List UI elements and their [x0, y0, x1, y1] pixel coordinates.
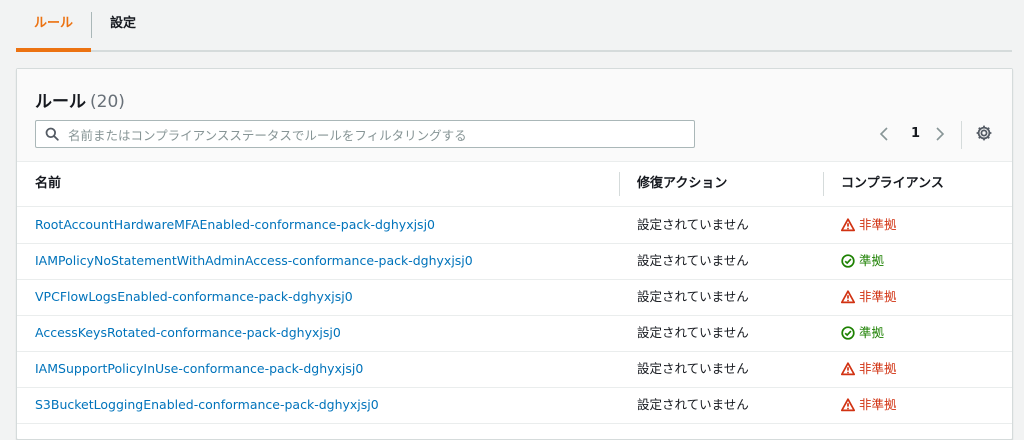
rule-count: (20)	[90, 92, 125, 112]
rule-name-link[interactable]: AccessKeysRotated-conformance-pack-dghyx…	[35, 315, 341, 351]
table-row: IAMSupportPolicyInUse-conformance-pack-d…	[17, 351, 1012, 388]
remediation-action: 設定されていません	[637, 289, 749, 304]
remediation-action: 設定されていません	[637, 361, 749, 376]
rule-name-link[interactable]: RootAccountHardwareMFAEnabled-conformanc…	[35, 207, 435, 243]
column-divider	[619, 172, 620, 196]
search-box[interactable]	[35, 120, 695, 149]
table-row: AccessKeysRotated-conformance-pack-dghyx…	[17, 315, 1012, 352]
table-header: 名前 修復アクション コンプライアンス	[17, 162, 1012, 207]
prev-page-button[interactable]	[879, 123, 889, 145]
compliance-label: 非準拠	[859, 217, 897, 232]
warning-icon	[841, 398, 855, 412]
panel-header: ルール(20) 1	[17, 69, 1012, 162]
column-header-name[interactable]: 名前	[35, 162, 61, 206]
remediation-action: 設定されていません	[637, 253, 749, 268]
table-row: VPCFlowLogsEnabled-conformance-pack-dghy…	[17, 279, 1012, 316]
pager-divider	[961, 121, 962, 149]
warning-icon	[841, 362, 855, 376]
column-header-remediation[interactable]: 修復アクション	[637, 162, 727, 206]
compliance-status: 準拠	[841, 243, 884, 279]
tab-settings[interactable]: 設定	[110, 0, 136, 50]
panel-title: ルール (20)	[35, 87, 125, 112]
compliance-status: 非準拠	[841, 387, 897, 423]
compliance-label: 準拠	[859, 325, 885, 340]
compliance-status: 非準拠	[841, 351, 897, 387]
tab-rules[interactable]: ルール	[16, 0, 91, 52]
rule-name-link[interactable]: S3BucketLoggingEnabled-conformance-pack-…	[35, 387, 379, 423]
compliance-label: 準拠	[859, 253, 885, 268]
tab-bar: ルール 設定	[16, 0, 1012, 52]
remediation-action: 設定されていません	[637, 325, 749, 340]
remediation-action: 設定されていません	[637, 217, 749, 232]
table-row: S3BucketLoggingEnabled-conformance-pack-…	[17, 387, 1012, 424]
gear-icon[interactable]	[975, 124, 993, 142]
table-row: IAMPolicyNoStatementWithAdminAccess-conf…	[17, 243, 1012, 280]
search-input[interactable]	[66, 121, 690, 149]
table-row: RootAccountHardwareMFAEnabled-conformanc…	[17, 207, 1012, 244]
rule-name-link[interactable]: IAMPolicyNoStatementWithAdminAccess-conf…	[35, 243, 473, 279]
compliance-label: 非準拠	[859, 397, 897, 412]
chevron-right-icon	[936, 127, 945, 141]
tab-divider	[91, 12, 92, 38]
rule-name-link[interactable]: IAMSupportPolicyInUse-conformance-pack-d…	[35, 351, 363, 387]
panel-title-text: ルール	[35, 92, 86, 112]
current-page[interactable]: 1	[911, 123, 920, 145]
compliance-status: 非準拠	[841, 279, 897, 315]
compliance-status: 非準拠	[841, 207, 897, 243]
search-icon	[45, 127, 59, 141]
rules-panel: ルール(20) 1	[16, 68, 1013, 440]
next-page-button[interactable]	[935, 123, 945, 145]
warning-icon	[841, 290, 855, 304]
compliance-label: 非準拠	[859, 361, 897, 376]
check-circle-icon	[841, 254, 855, 268]
column-divider	[823, 172, 824, 196]
rule-name-link[interactable]: VPCFlowLogsEnabled-conformance-pack-dghy…	[35, 279, 353, 315]
warning-icon	[841, 218, 855, 232]
check-circle-icon	[841, 326, 855, 340]
remediation-action: 設定されていません	[637, 397, 749, 412]
compliance-label: 非準拠	[859, 289, 897, 304]
compliance-status: 準拠	[841, 315, 884, 351]
chevron-left-icon	[879, 127, 888, 141]
column-header-compliance[interactable]: コンプライアンス	[841, 162, 944, 206]
